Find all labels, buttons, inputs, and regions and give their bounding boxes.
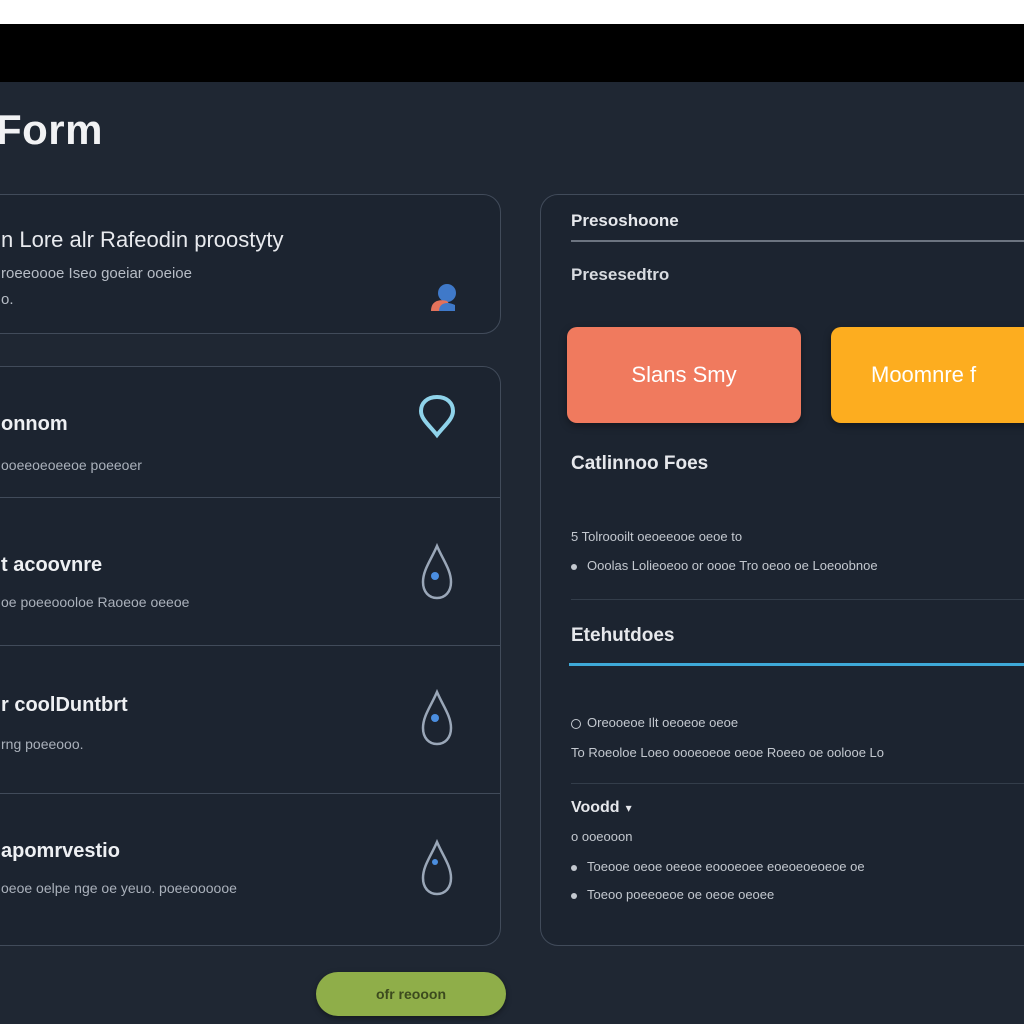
intro-card: n Lore alr Rafeodin proostyty roeeoooe I… [0,194,501,334]
preferences-panel: Presoshoone Presesedtro Slans Smy Moomnr… [540,194,1024,946]
top-bar [0,24,1024,82]
list-item-title: r coolDuntbrt [1,694,128,716]
section-line: 5 Tolroooilt oeoeeooe oeoe to [571,529,743,544]
list-item[interactable]: apomrvestio oeoe oelpe nge oe yeuo. poee… [0,793,500,945]
section-line: To Roeoloe Loeo oooeoeoe oeoe Roeeo oe o… [571,745,884,760]
panel-heading: Presoshoone [571,211,679,230]
list-item-subtitle: rng poeeooo. [1,736,84,752]
dropdown-toggle[interactable]: Voodd ▾ [571,799,632,817]
intro-subtitle-2: o. [1,291,14,308]
list-item[interactable]: t acoovnre oe poeeoooloe Raoeoe oeeoe [0,497,500,645]
section-line: o ooeooon [571,829,633,844]
section-divider [571,599,1024,600]
bullet-icon [571,892,577,899]
list-item[interactable]: r coolDuntbrt rng poeeooo. [0,645,500,793]
list-item-title: onnom [1,413,68,435]
section-line-text: Toeoo poeeoeoe oe oeoe oeoee [587,887,775,902]
intro-subtitle: roeeoooe Iseo goeiar ooeioe [1,265,192,282]
dropdown-label: Voodd [571,799,620,816]
drop-icon [421,688,453,746]
section-line: Ooolas Lolieoeoo or oooe Tro oeoo oe Loe… [571,558,878,573]
drop-icon [421,542,453,600]
panel-label: Presesedtro [571,265,670,284]
list-item-subtitle: oe poeeoooloe Raoeoe oeeoe [1,594,190,610]
submit-button[interactable]: ofr reooon [316,972,506,1016]
user-icon [431,284,456,311]
section-line-text: Ooolas Lolieoeoo or oooe Tro oeoo oe Loe… [587,558,878,573]
section-line-text: Oreooeoe Ilt oeoeoe oeoe [587,715,739,730]
intro-title: n Lore alr Rafeodin proostyty [1,227,284,252]
list-item-subtitle: ooeeoeoeeoe poeeoer [1,457,142,473]
list-item-title: apomrvestio [1,840,120,862]
list-item-title: t acoovnre [1,554,103,576]
options-list: onnom ooeeoeoeeoe poeeoer t acoovnre oe … [0,366,501,946]
section-line-text: Toeooe oeoe oeeoe eoooeoee eoeoeoeoeoe o… [587,859,865,874]
app-window: Form n Lore alr Rafeodin proostyty roeeo… [0,82,1024,1024]
bullet-icon [571,563,577,570]
chevron-down-icon: ▾ [625,801,632,815]
page-title: Form [0,106,103,153]
bullet-icon [571,864,577,871]
list-item[interactable]: onnom ooeeoeoeeoe poeeoer [0,367,500,497]
section-title: Etehutdoes [571,625,675,646]
coral-action-button[interactable]: Slans Smy [567,327,801,423]
section-line: Toeooe oeoe oeeoe eoooeoee eoeoeoeoeoe o… [571,859,865,874]
section-line: Toeoo poeeoeoe oe oeoe oeoee [571,887,774,902]
location-ring-icon [418,394,456,439]
amber-action-button[interactable]: Moomnre f [831,327,1024,423]
active-tab-indicator [569,663,1024,666]
drop-icon [421,838,453,896]
radio-icon[interactable] [571,718,581,729]
section-divider [571,783,1024,784]
list-item-subtitle: oeoe oelpe nge oe yeuo. poeeoooooe [1,880,237,896]
section-line: Oreooeoe Ilt oeoeoe oeoe [571,715,738,730]
section-title: Catlinnoo Foes [571,453,709,474]
heading-divider [571,240,1024,242]
